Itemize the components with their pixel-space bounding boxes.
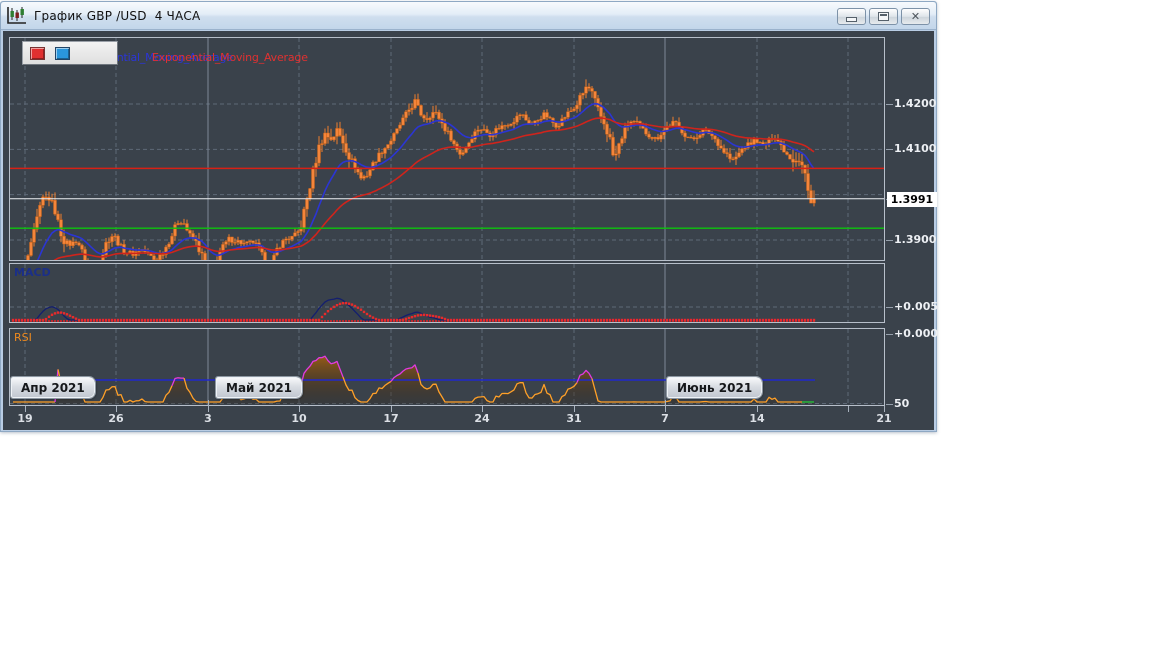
rsi-tick: [886, 404, 893, 405]
date-axis-label: 21: [876, 412, 892, 425]
window-titlebar[interactable]: График GBP /USD 4 ЧАСА ✕: [1, 2, 936, 30]
macd-label: MACD: [14, 266, 51, 279]
date-axis-label: 17: [383, 412, 399, 425]
macd-tick: [886, 334, 893, 335]
price-axis-label: 1.4100: [894, 142, 937, 155]
price-axis-label: 1.3900: [894, 233, 937, 246]
minimize-icon: [846, 17, 857, 22]
rsi-axis-label: 50: [894, 397, 910, 410]
close-icon: ✕: [910, 10, 921, 23]
date-axis-label: 31: [566, 412, 582, 425]
date-axis-label: 7: [661, 412, 669, 425]
red-square-button[interactable]: [30, 46, 45, 60]
legend-ema-slow: Exponential_Moving_Average: [152, 51, 308, 64]
month-badge: Апр 2021: [10, 376, 96, 399]
date-axis-label: 10: [291, 412, 307, 425]
price-tick: [886, 149, 893, 150]
date-tick: [848, 406, 849, 412]
date-axis-label: 3: [204, 412, 212, 425]
price-chart-canvas[interactable]: [10, 38, 884, 260]
candlestick-chart-icon: [7, 6, 26, 24]
chart-window: График GBP /USD 4 ЧАСА ✕ Exponential_Mov…: [0, 1, 938, 432]
current-price-tag: 1.3991: [887, 192, 937, 207]
macd-panel[interactable]: MACD: [9, 263, 885, 323]
close-button[interactable]: ✕: [901, 8, 930, 25]
price-chart-panel[interactable]: Exponential_Moving_Average Exponential_M…: [9, 37, 885, 261]
chart-content-area: Exponential_Moving_Average Exponential_M…: [3, 31, 938, 430]
date-axis-label: 26: [108, 412, 124, 425]
restore-icon: [878, 12, 889, 21]
date-tick: [665, 400, 666, 412]
date-tick: [208, 400, 209, 412]
price-tick: [886, 104, 893, 105]
macd-canvas[interactable]: [10, 264, 884, 322]
restore-button[interactable]: [869, 8, 898, 25]
macd-axis-label: +0.005: [894, 300, 939, 313]
indicator-buttons-panel: [22, 41, 118, 65]
window-title: График GBP /USD 4 ЧАСА: [34, 8, 201, 23]
macd-axis-label: +0.000: [894, 327, 939, 340]
price-axis-label: 1.4200: [894, 97, 937, 110]
date-axis-label: 24: [474, 412, 490, 425]
rsi-label: RSI: [14, 331, 32, 344]
date-axis-label: 19: [17, 412, 33, 425]
month-badge: Май 2021: [214, 376, 304, 399]
blue-square-button[interactable]: [55, 46, 70, 60]
month-badge: Июнь 2021: [665, 376, 764, 399]
macd-tick: [886, 307, 893, 308]
minimize-button[interactable]: [837, 8, 866, 25]
price-tick: [886, 240, 893, 241]
date-axis-label: 14: [749, 412, 765, 425]
